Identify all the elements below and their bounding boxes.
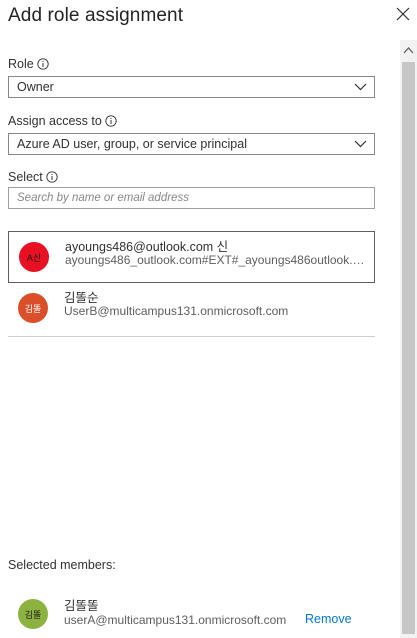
page-title: Add role assignment xyxy=(8,5,184,26)
close-icon[interactable] xyxy=(395,6,411,22)
role-label-text: Role xyxy=(8,57,34,71)
assign-access-dropdown-value: Azure AD user, group, or service princip… xyxy=(17,137,247,151)
search-result-item[interactable]: 김똘 김똘순 UserB@multicampus131.onmicrosoft.… xyxy=(8,283,375,335)
chevron-down-icon xyxy=(354,140,367,148)
assign-access-label-text: Assign access to xyxy=(8,114,102,128)
role-dropdown[interactable]: Owner xyxy=(8,76,375,98)
assign-access-dropdown[interactable]: Azure AD user, group, or service princip… xyxy=(8,133,375,155)
member-email: userA@multicampus131.onmicrosoft.com xyxy=(64,613,287,627)
panel-header: Add role assignment xyxy=(0,0,417,40)
form-area xyxy=(0,40,400,638)
select-label-text: Select xyxy=(8,170,43,184)
member-name: 김똘똘 xyxy=(64,599,99,613)
remove-member-link[interactable]: Remove xyxy=(305,612,352,626)
search-input[interactable] xyxy=(8,187,375,209)
info-icon[interactable] xyxy=(46,171,58,183)
selected-member-item: 김똘 김똘똘 userA@multicampus131.onmicrosoft.… xyxy=(8,593,375,633)
avatar: A신 xyxy=(19,242,49,272)
role-label: Role xyxy=(8,57,49,71)
role-dropdown-value: Owner xyxy=(17,80,54,94)
assign-access-label: Assign access to xyxy=(8,114,117,128)
search-result-item[interactable]: A신 ayoungs486@outlook.com 신 ayoungs486_o… xyxy=(8,231,375,283)
avatar: 김똘 xyxy=(18,293,48,323)
result-email: UserB@multicampus131.onmicrosoft.com xyxy=(64,304,289,318)
scrollbar-thumb[interactable] xyxy=(402,62,415,634)
select-label: Select xyxy=(8,170,58,184)
scroll-up-arrow-icon[interactable] xyxy=(403,46,414,54)
selected-members-label: Selected members: xyxy=(8,558,116,572)
avatar: 김똘 xyxy=(18,599,48,629)
result-email: ayoungs486_outlook.com#EXT#_ayoungs486ou… xyxy=(65,253,371,267)
chevron-down-icon xyxy=(354,83,367,91)
divider xyxy=(8,336,375,337)
info-icon[interactable] xyxy=(37,58,49,70)
info-icon[interactable] xyxy=(105,115,117,127)
